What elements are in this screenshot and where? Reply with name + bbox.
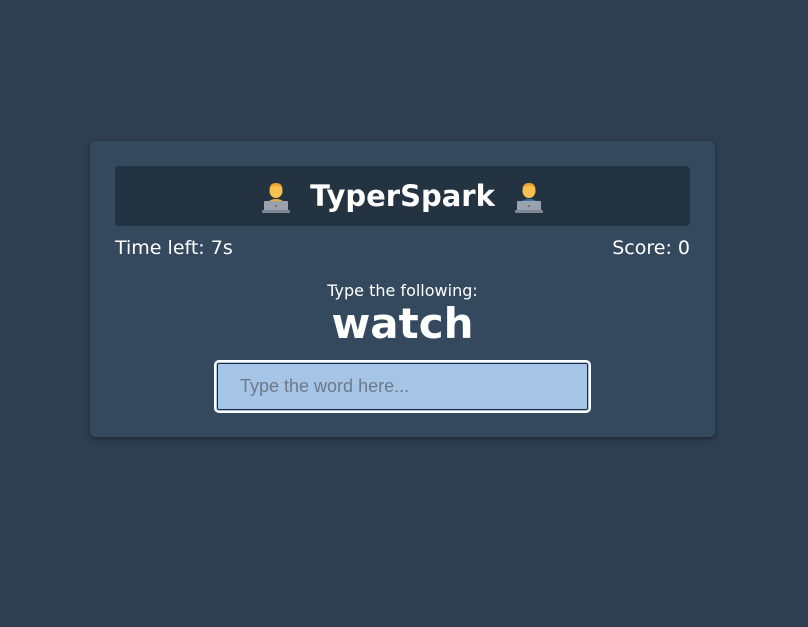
prompt-label: Type the following: [327, 281, 478, 300]
score: Score: 0 [612, 237, 690, 259]
game-card: TyperSpark Time left: 7s Score: 0 Type t… [90, 141, 715, 437]
technologist-icon [260, 179, 292, 213]
stats-bar: Time left: 7s Score: 0 [115, 237, 690, 259]
word-input[interactable] [214, 360, 591, 413]
app-header: TyperSpark [115, 166, 690, 226]
app-title: TyperSpark [310, 179, 495, 213]
time-left: Time left: 7s [115, 237, 233, 259]
target-word: watch [331, 299, 474, 348]
technologist-icon [513, 179, 545, 213]
